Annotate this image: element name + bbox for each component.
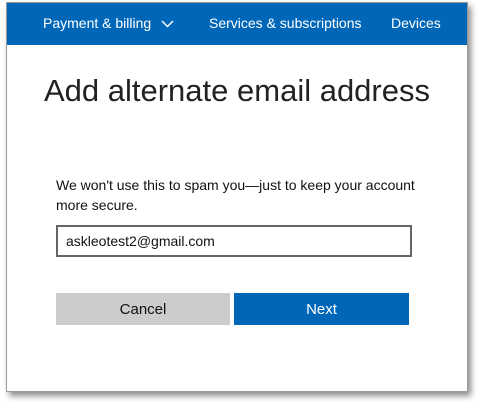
nav-item-devices[interactable]: Devices (391, 15, 441, 31)
chevron-down-icon (161, 15, 174, 31)
next-button[interactable]: Next (234, 293, 409, 325)
page-title: Add alternate email address (43, 73, 430, 108)
nav-item-payment-billing[interactable]: Payment & billing (43, 15, 174, 31)
browser-page-frame: Payment & billing Services & subscriptio… (6, 2, 468, 392)
alternate-email-input[interactable] (56, 225, 412, 257)
nav-item-label: Payment & billing (43, 15, 152, 31)
nav-item-label: Devices (391, 15, 441, 31)
page-description: We won't use this to spam you—just to ke… (56, 177, 415, 213)
cancel-button[interactable]: Cancel (56, 293, 230, 325)
nav-item-services-subscriptions[interactable]: Services & subscriptions (209, 15, 362, 31)
nav-item-label: Services & subscriptions (209, 15, 362, 31)
top-navigation-bar: Payment & billing Services & subscriptio… (7, 3, 467, 45)
